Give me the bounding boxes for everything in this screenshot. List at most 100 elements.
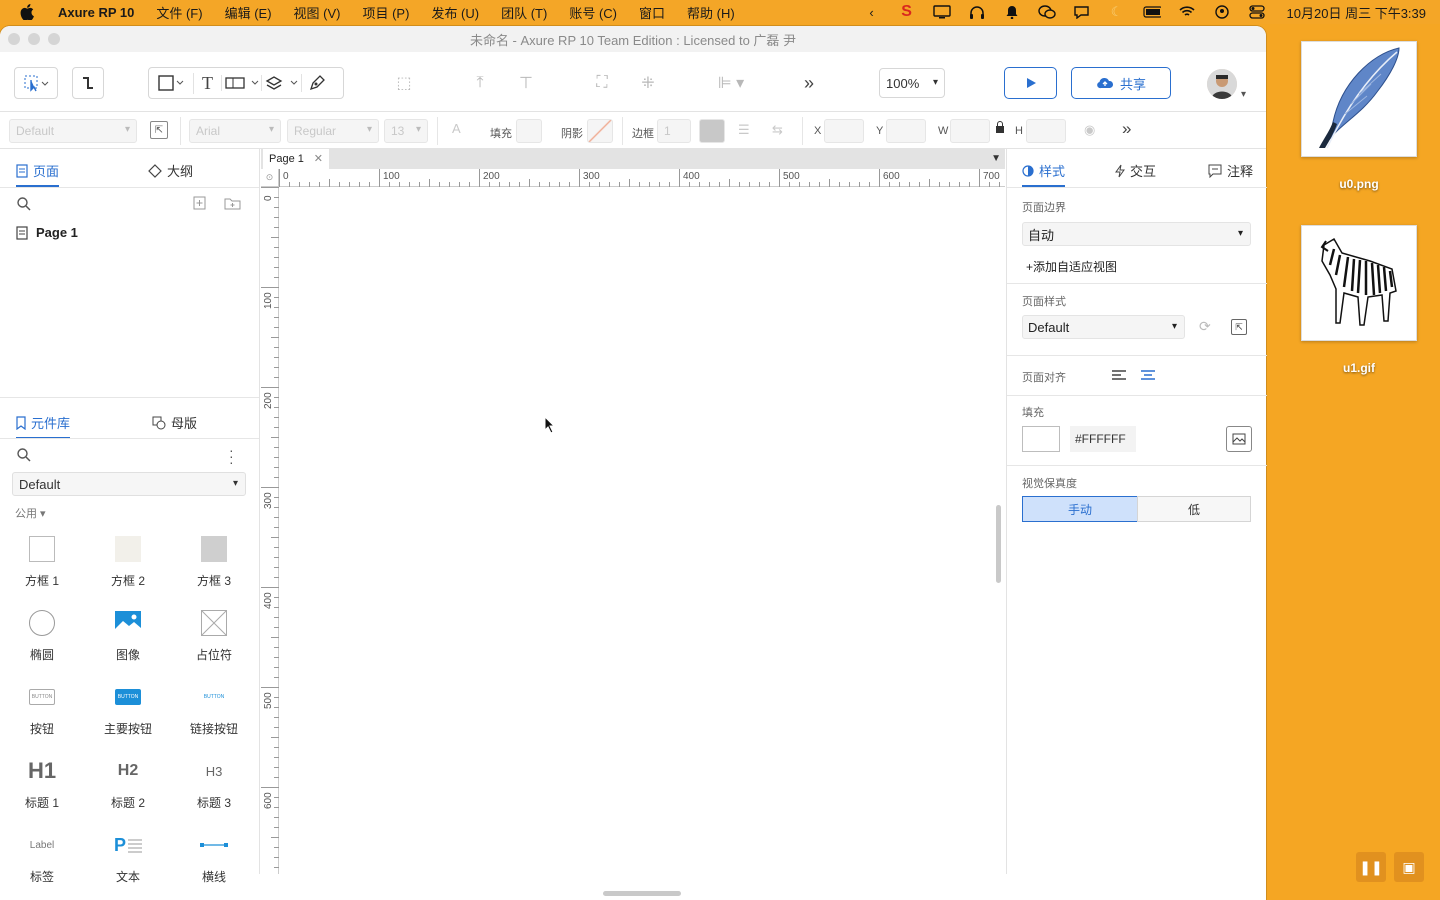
- ungroup-icon[interactable]: ⁜: [634, 69, 662, 97]
- widget-box1[interactable]: 方框 1: [6, 534, 78, 589]
- moon-icon[interactable]: ☾: [1108, 4, 1126, 19]
- menu-edit[interactable]: 编辑 (E): [225, 3, 272, 22]
- text-tool-icon[interactable]: T: [193, 72, 221, 94]
- close-window-button[interactable]: [8, 33, 20, 45]
- minimize-window-button[interactable]: [28, 33, 40, 45]
- tab-masters[interactable]: 母版: [152, 413, 197, 432]
- library-search-icon[interactable]: [16, 447, 32, 463]
- tab-outline[interactable]: 大纲: [148, 161, 193, 180]
- widget-image[interactable]: 图像: [92, 608, 164, 663]
- menu-account[interactable]: 账号 (C): [569, 3, 617, 22]
- horizontal-scrollbar[interactable]: [603, 891, 681, 896]
- add-folder-icon[interactable]: [224, 196, 242, 210]
- more-properties-icon[interactable]: »: [1122, 119, 1131, 139]
- tab-interactions[interactable]: 交互: [1115, 161, 1156, 180]
- align-icon[interactable]: ⊫ ▾: [710, 69, 752, 97]
- dynamic-panel-tool-icon[interactable]: [221, 75, 261, 91]
- connector-button[interactable]: [72, 67, 104, 99]
- search-icon[interactable]: [16, 196, 32, 212]
- rectangle-tool-icon[interactable]: [149, 75, 193, 91]
- menu-clock[interactable]: 10月20日 周三 下午3:39: [1287, 3, 1426, 22]
- widget-primary-button[interactable]: BUTTON 主要按钮: [92, 682, 164, 737]
- tab-overflow-icon[interactable]: ▼: [991, 153, 1001, 164]
- w-input[interactable]: [950, 119, 990, 143]
- lock-icon[interactable]: [995, 121, 1005, 133]
- x-input[interactable]: [824, 119, 864, 143]
- menu-window[interactable]: 窗口: [639, 3, 665, 22]
- display-icon[interactable]: [932, 5, 951, 19]
- page-style-select[interactable]: Default ▾: [1022, 315, 1185, 339]
- widget-placeholder[interactable]: 占位符: [178, 608, 250, 663]
- preview-button[interactable]: [1004, 67, 1057, 99]
- widget-box2[interactable]: 方框 2: [92, 534, 164, 589]
- desktop-file-u1[interactable]: u1.gif: [1299, 225, 1419, 375]
- tab-pages[interactable]: 页面: [16, 161, 60, 187]
- wechat-icon[interactable]: [1037, 5, 1056, 19]
- shadow-swatch[interactable]: [587, 119, 613, 143]
- font-weight-select[interactable]: Regular ▾: [287, 119, 379, 143]
- user-circle-icon[interactable]: [1213, 5, 1231, 19]
- menu-view[interactable]: 视图 (V): [294, 3, 341, 22]
- arrow-style-icon[interactable]: ⇆: [772, 122, 783, 138]
- fill-hex-input[interactable]: #FFFFFF: [1070, 426, 1136, 452]
- chevron-left-icon[interactable]: ‹: [863, 5, 881, 20]
- widget-h3[interactable]: H3 标题 3: [178, 756, 250, 811]
- tab-libraries[interactable]: 元件库: [16, 413, 71, 439]
- control-center-icon[interactable]: [1248, 5, 1266, 19]
- user-avatar[interactable]: [1207, 69, 1237, 99]
- widget-h1[interactable]: H1 标题 1: [6, 756, 78, 811]
- tab-notes[interactable]: 注释: [1208, 161, 1253, 180]
- chat-icon[interactable]: [1073, 5, 1091, 19]
- group-icon[interactable]: ⬚: [390, 69, 418, 97]
- zoom-window-button[interactable]: [48, 33, 60, 45]
- y-input[interactable]: [886, 119, 926, 143]
- reset-style-icon[interactable]: ⟳: [1199, 318, 1211, 335]
- widget-button[interactable]: BUTTON 按钮: [6, 682, 78, 737]
- apple-icon[interactable]: [20, 4, 40, 20]
- library-menu-icon[interactable]: · · ·: [229, 443, 234, 469]
- share-button[interactable]: 共享: [1071, 67, 1171, 99]
- fidelity-low-button[interactable]: 低: [1137, 496, 1251, 522]
- front-icon[interactable]: ⤒: [466, 69, 494, 97]
- more-tools-icon[interactable]: »: [795, 69, 823, 97]
- menu-help[interactable]: 帮助 (H): [687, 3, 735, 22]
- menu-publish[interactable]: 发布 (U): [431, 3, 479, 22]
- h-input[interactable]: [1026, 119, 1066, 143]
- menu-project[interactable]: 项目 (P): [362, 3, 409, 22]
- close-tab-icon[interactable]: ✕: [314, 152, 323, 165]
- widget-group-header[interactable]: 公用 ▾: [15, 505, 46, 521]
- avatar-chevron-icon[interactable]: ▾: [1241, 89, 1246, 100]
- vertical-scrollbar[interactable]: [996, 505, 1001, 583]
- pen-tool-icon[interactable]: [301, 74, 331, 92]
- select-mode-button[interactable]: [14, 67, 58, 99]
- page-bounds-select[interactable]: 自动 ▾: [1022, 222, 1251, 246]
- pause-icon[interactable]: ❚❚: [1356, 852, 1386, 882]
- menu-team[interactable]: 团队 (T): [501, 3, 547, 22]
- app-name-menu[interactable]: Axure RP 10: [58, 5, 134, 20]
- font-size-select[interactable]: 13 ▾: [384, 119, 428, 143]
- border-color-swatch[interactable]: [699, 119, 725, 143]
- widget-text[interactable]: P 文本: [92, 830, 164, 885]
- battery-icon[interactable]: [1142, 5, 1161, 19]
- fill-image-icon[interactable]: [1226, 426, 1252, 452]
- style-select[interactable]: Default ▾: [9, 119, 137, 143]
- desktop-file-u0[interactable]: u0.png: [1299, 41, 1419, 191]
- style-editor-icon[interactable]: ⇱: [150, 121, 168, 139]
- font-select[interactable]: Arial ▾: [189, 119, 281, 143]
- align-left-icon[interactable]: [1111, 369, 1127, 381]
- back-icon[interactable]: ⊤: [512, 69, 540, 97]
- page-tree-item[interactable]: Page 1: [16, 225, 78, 240]
- widget-label[interactable]: Label 标签: [6, 830, 78, 885]
- fill-color-picker[interactable]: [1022, 426, 1060, 452]
- zoom-select[interactable]: 100% ▾: [879, 68, 945, 98]
- align-center-icon[interactable]: [1140, 369, 1156, 381]
- ruler-origin-icon[interactable]: ⊙: [261, 169, 279, 187]
- visibility-icon[interactable]: ◉: [1084, 122, 1095, 138]
- fidelity-manual-button[interactable]: 手动: [1022, 496, 1138, 522]
- widget-box3[interactable]: 方框 3: [178, 534, 250, 589]
- border-width-input[interactable]: 1: [657, 119, 691, 143]
- bell-icon[interactable]: [1003, 5, 1021, 19]
- style-manager-icon[interactable]: ⇱: [1231, 319, 1247, 335]
- add-page-icon[interactable]: [193, 196, 207, 210]
- tab-style[interactable]: 样式: [1022, 161, 1066, 187]
